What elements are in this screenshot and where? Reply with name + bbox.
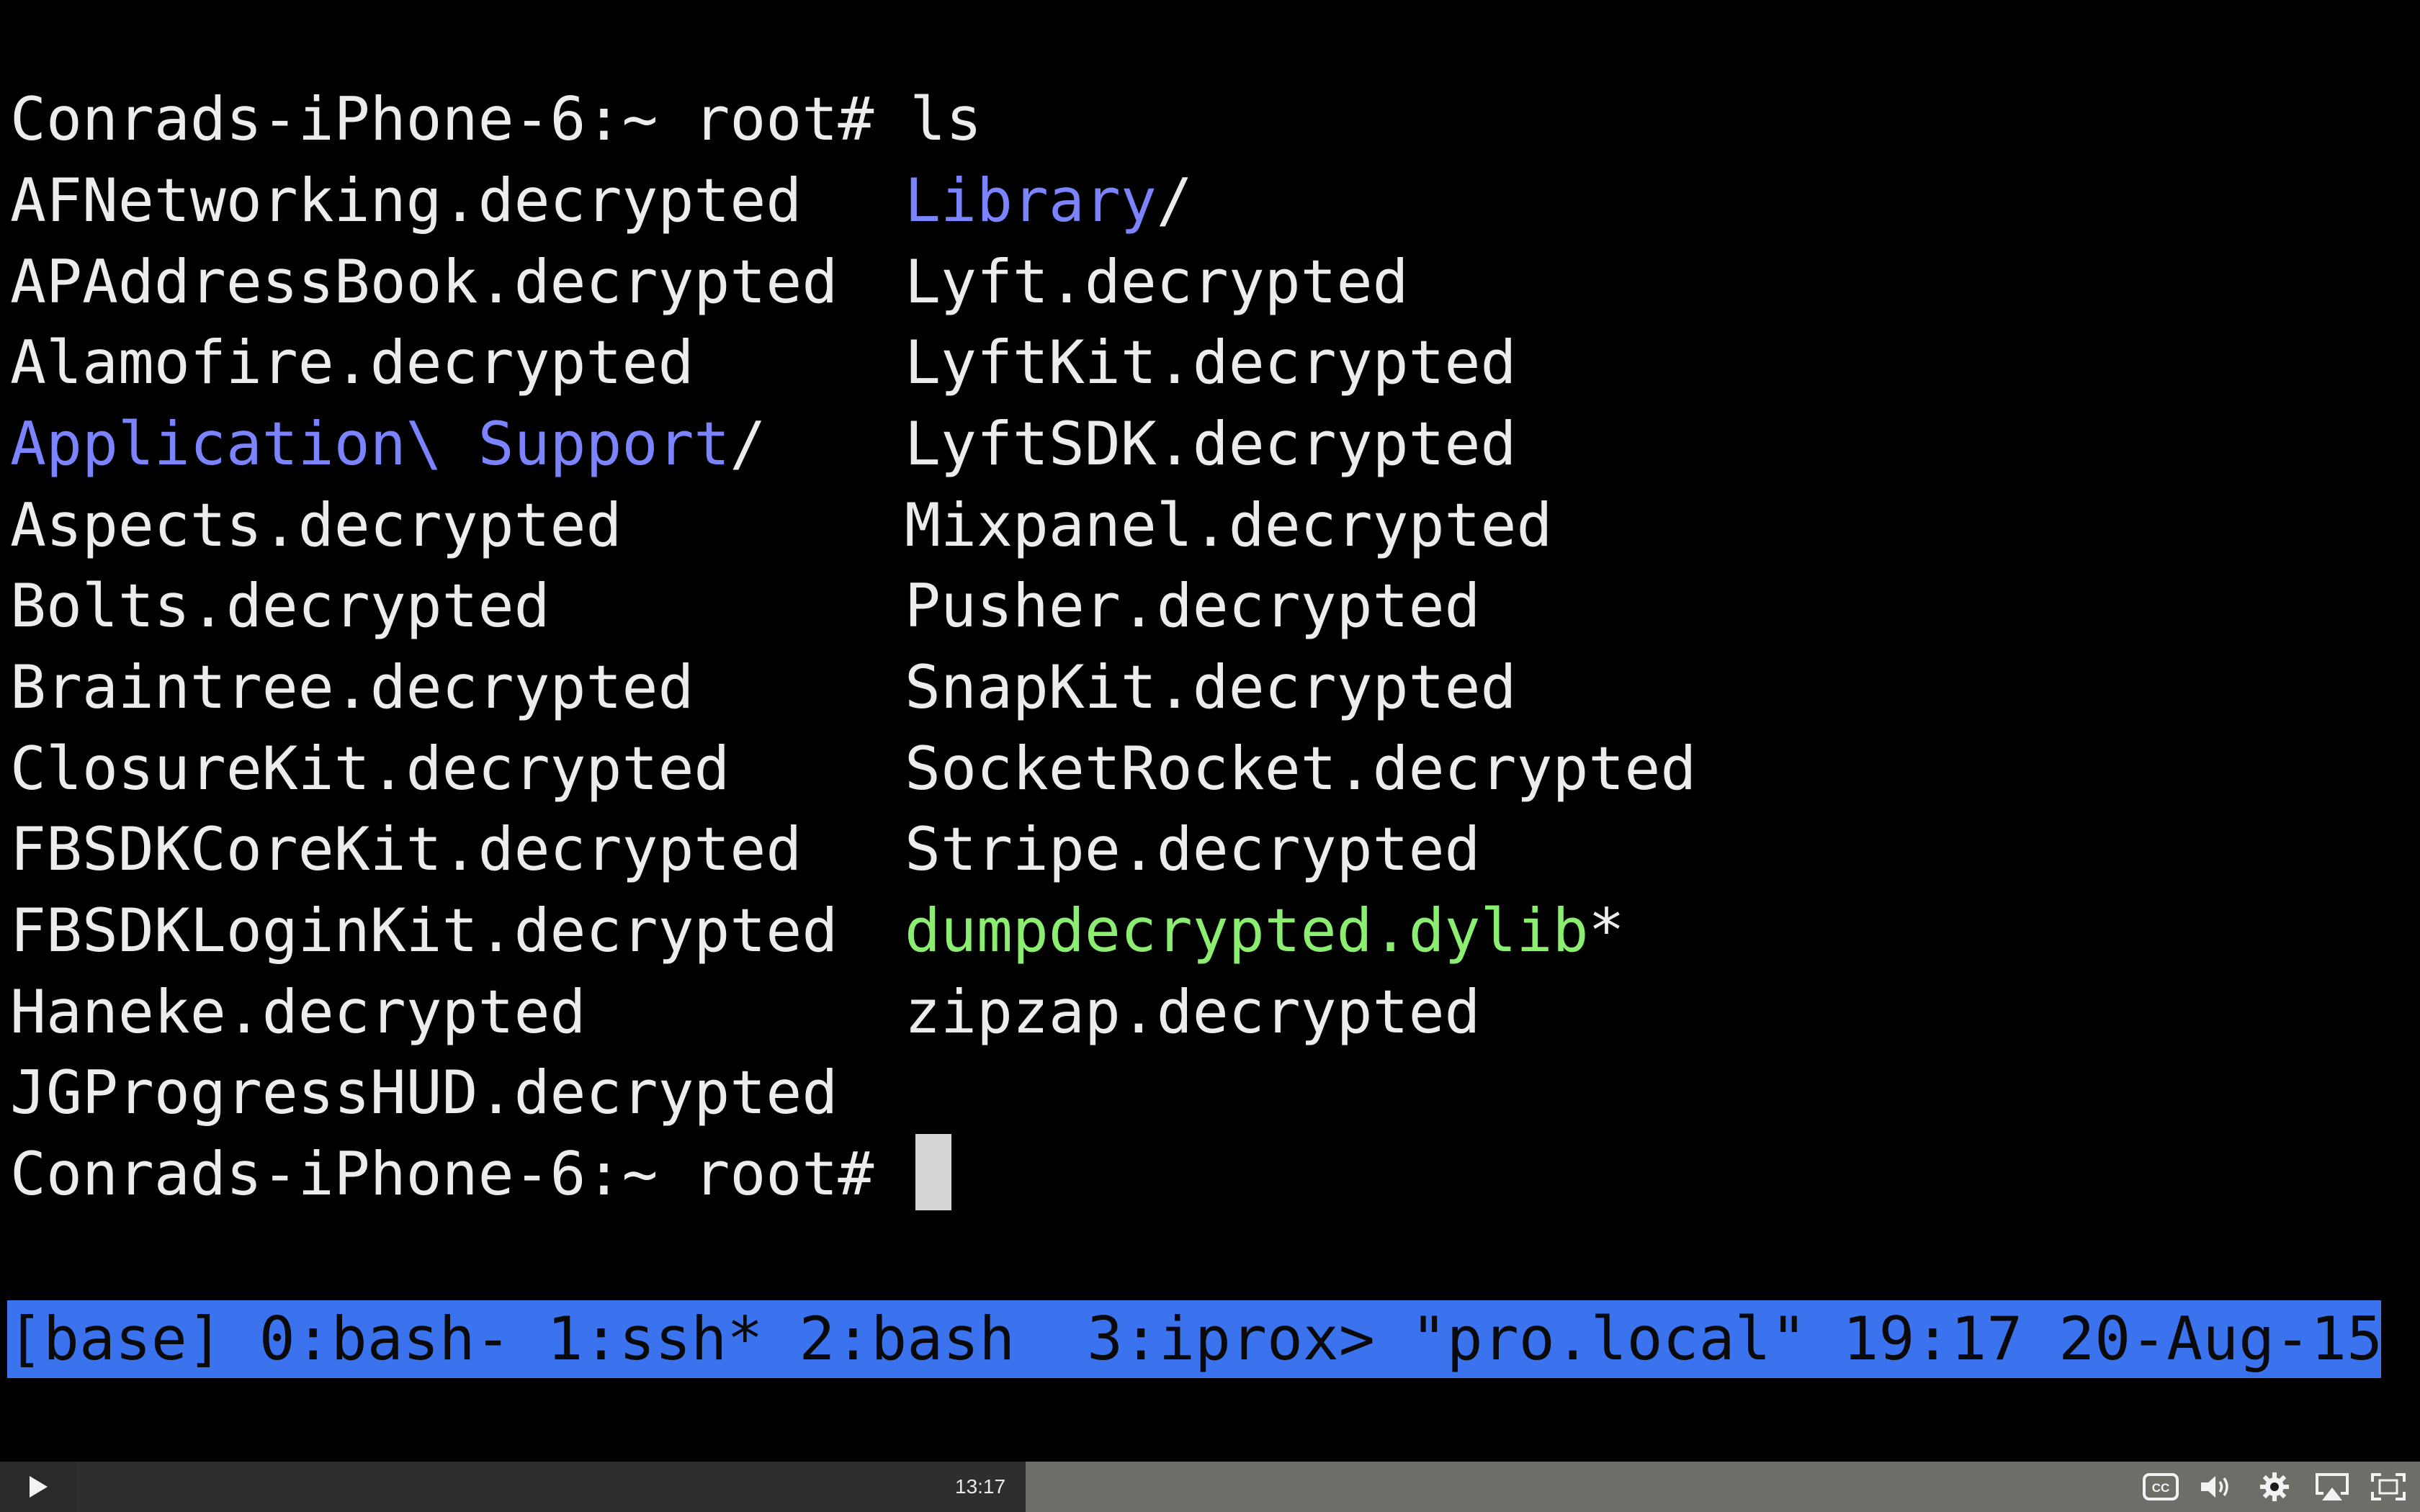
video-controls: 13:17 CC — [0, 1462, 2420, 1512]
file-entry: FBSDKCoreKit.decrypted — [10, 814, 802, 884]
play-button[interactable] — [0, 1462, 76, 1512]
file-entry: JGProgressHUD.decrypted — [10, 1058, 838, 1128]
executable-name: dumpdecrypted.dylib — [905, 896, 1589, 966]
directory-entry: Application\ Support/ — [10, 404, 766, 485]
play-icon — [30, 1476, 48, 1498]
progress-bar[interactable] — [76, 1462, 2420, 1512]
airplay-icon — [2316, 1473, 2349, 1500]
executable-suffix: * — [1588, 896, 1625, 966]
text-cursor — [915, 1134, 952, 1210]
file-entry: Aspects.decrypted — [10, 490, 622, 560]
file-entry: Pusher.decrypted — [905, 571, 1481, 641]
terminal-window[interactable]: Conrads-iPhone-6:~ root# ls AFNetworking… — [0, 0, 2420, 1462]
captions-button[interactable]: CC — [2139, 1467, 2182, 1506]
directory-entry: Library/ — [905, 161, 1193, 241]
file-entry: APAddressBook.decrypted — [10, 247, 838, 317]
file-entry: ClosureKit.decrypted — [10, 734, 730, 804]
prompt-text: Conrads-iPhone-6:~ root# — [10, 1139, 910, 1209]
volume-button[interactable] — [2194, 1467, 2237, 1506]
fullscreen-icon — [2371, 1473, 2406, 1500]
file-entry: Stripe.decrypted — [905, 814, 1481, 884]
captions-icon: CC — [2143, 1473, 2179, 1500]
file-entry: Haneke.decrypted — [10, 977, 586, 1047]
directory-suffix: / — [730, 409, 766, 479]
file-entry: SocketRocket.decrypted — [905, 734, 1697, 804]
svg-text:CC: CC — [2152, 1481, 2170, 1495]
volume-icon — [2201, 1476, 2228, 1498]
settings-button[interactable] — [2253, 1467, 2296, 1506]
directory-name: Application\ Support — [10, 409, 730, 479]
file-entry: Alamofire.decrypted — [10, 328, 694, 397]
file-entry: LyftKit.decrypted — [905, 328, 1517, 397]
progress-played — [76, 1462, 1026, 1512]
file-entry: LyftSDK.decrypted — [905, 409, 1517, 479]
directory-suffix: / — [1156, 166, 1193, 235]
file-entry: Lyft.decrypted — [905, 247, 1409, 317]
file-entry: SnapKit.decrypted — [905, 652, 1517, 722]
timecode: 13:17 — [955, 1475, 1006, 1498]
tmux-status-bar: [base] 0:bash- 1:ssh* 2:bash 3:iprox> "p… — [7, 1300, 2381, 1378]
airplay-button[interactable] — [2311, 1467, 2354, 1506]
directory-name: Library — [905, 166, 1157, 235]
executable-entry: dumpdecrypted.dylib* — [905, 891, 1624, 971]
file-entry: FBSDKLoginKit.decrypted — [10, 896, 838, 966]
prompt-line-current[interactable]: Conrads-iPhone-6:~ root# — [10, 1134, 952, 1215]
fullscreen-button[interactable] — [2367, 1467, 2410, 1506]
settings-icon — [2260, 1472, 2289, 1501]
file-entry: Bolts.decrypted — [10, 571, 550, 641]
file-entry: Mixpanel.decrypted — [905, 490, 1553, 560]
tmux-status-text: [base] 0:bash- 1:ssh* 2:bash 3:iprox> "p… — [7, 1304, 2381, 1374]
file-entry: Braintree.decrypted — [10, 652, 694, 722]
file-entry: zipzap.decrypted — [905, 977, 1481, 1047]
prompt-line-ls: Conrads-iPhone-6:~ root# ls — [10, 84, 982, 154]
file-entry: AFNetworking.decrypted — [10, 166, 802, 235]
